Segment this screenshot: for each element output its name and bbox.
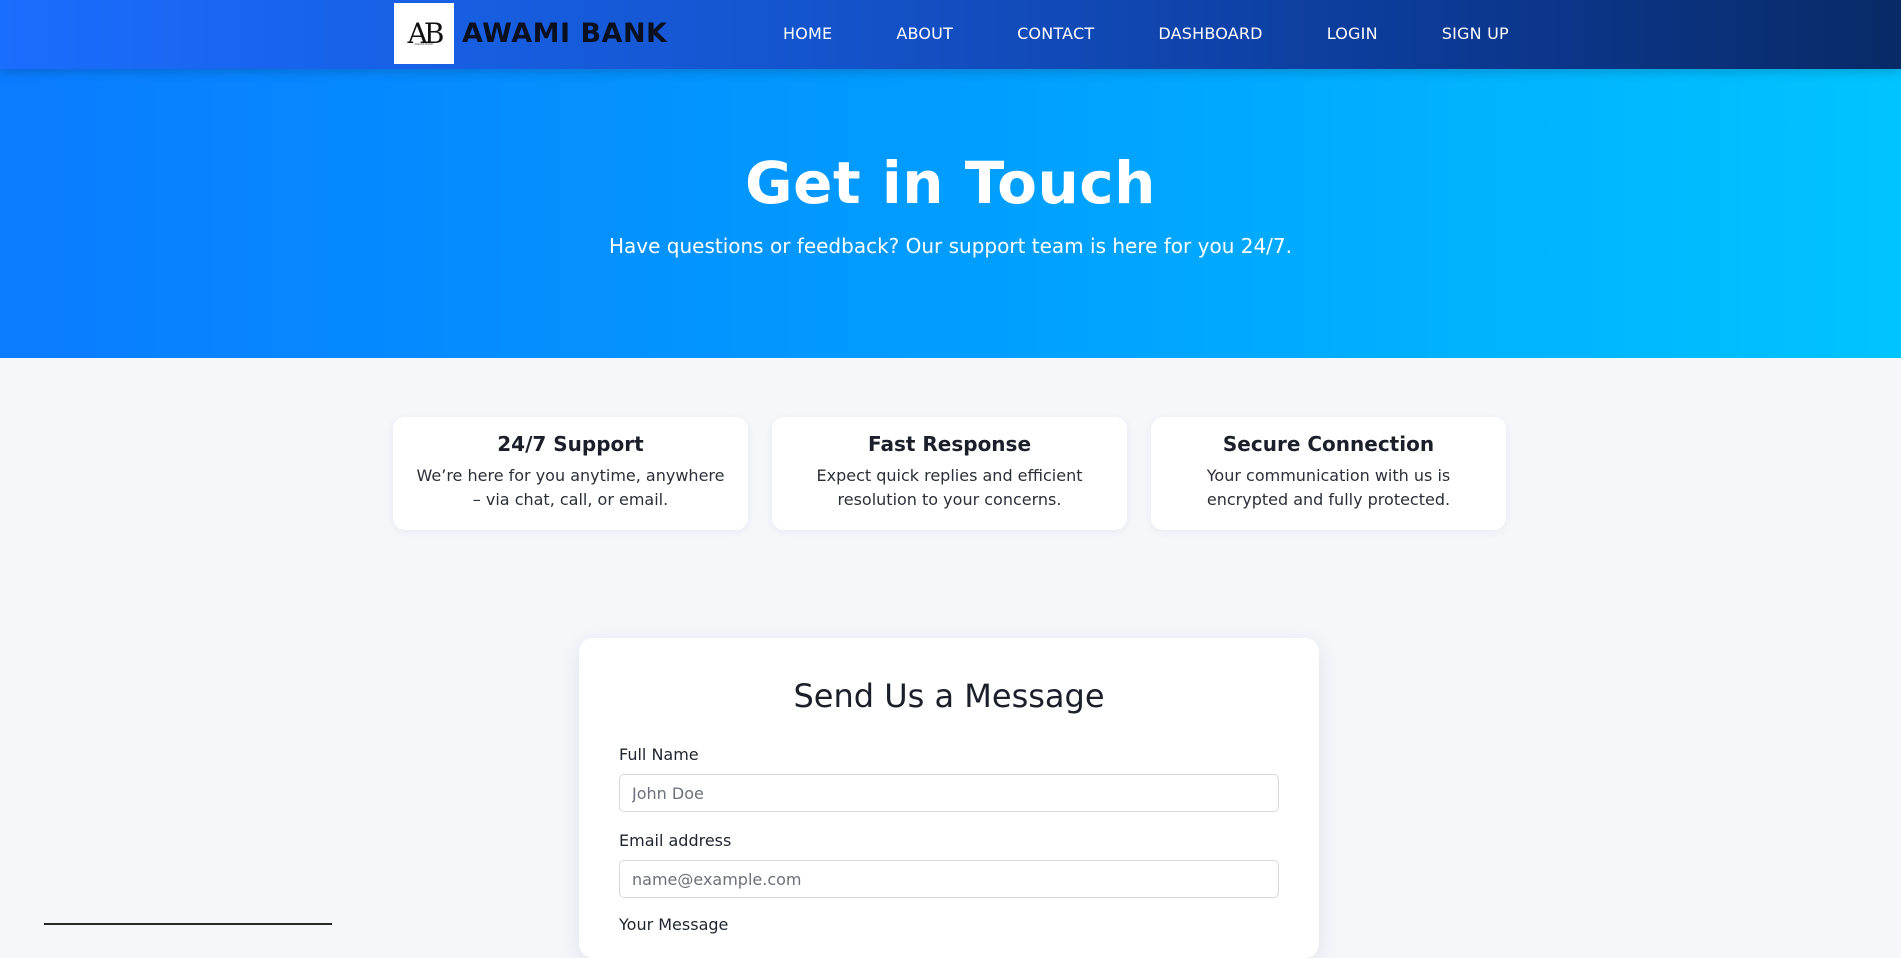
nav-about[interactable]: ABOUT [864,24,985,43]
hero-subtitle: Have questions or feedback? Our support … [608,234,1293,258]
contact-form-card: Send Us a Message Full Name Email addres… [579,638,1319,958]
main-nav: HOME ABOUT CONTACT DASHBOARD LOGIN SIGN … [751,0,1541,66]
email-input[interactable] [619,860,1279,898]
nav-home[interactable]: HOME [751,24,864,43]
feature-title: Secure Connection [1222,432,1435,456]
nav-login[interactable]: LOGIN [1295,24,1410,43]
feature-cards: 24/7 Support We’re here for you anytime,… [393,417,1506,530]
email-label: Email address [619,831,732,850]
feature-card-response: Fast Response Expect quick replies and e… [772,417,1127,530]
nav-dashboard[interactable]: DASHBOARD [1126,24,1294,43]
feature-title: 24/7 Support [497,432,644,456]
navbar: AB AWAMI BANK AWAMI BANK HOME ABOUT CONT… [0,0,1901,69]
brand-name[interactable]: AWAMI BANK [462,18,667,49]
full-name-label: Full Name [619,745,699,764]
feature-text: Expect quick replies and efficient resol… [816,466,1083,509]
feature-text: We’re here for you anytime, anywhere – v… [416,466,725,509]
hero-title: Get in Touch [745,149,1156,217]
hero-banner: Get in Touch Have questions or feedback?… [0,69,1901,358]
nav-signup[interactable]: SIGN UP [1410,24,1541,43]
nav-contact[interactable]: CONTACT [985,24,1126,43]
full-name-input[interactable] [619,774,1279,812]
feature-title: Fast Response [867,432,1032,456]
feature-card-secure: Secure Connection Your communication wit… [1151,417,1506,530]
logo-subtext: AWAMI BANK [414,42,434,46]
feature-text: Your communication with us is encrypted … [1206,466,1451,509]
feature-card-support: 24/7 Support We’re here for you anytime,… [393,417,748,530]
form-title: Send Us a Message [793,677,1105,715]
brand[interactable]: AB AWAMI BANK AWAMI BANK [394,3,667,64]
bank-logo[interactable]: AB AWAMI BANK [394,3,454,64]
